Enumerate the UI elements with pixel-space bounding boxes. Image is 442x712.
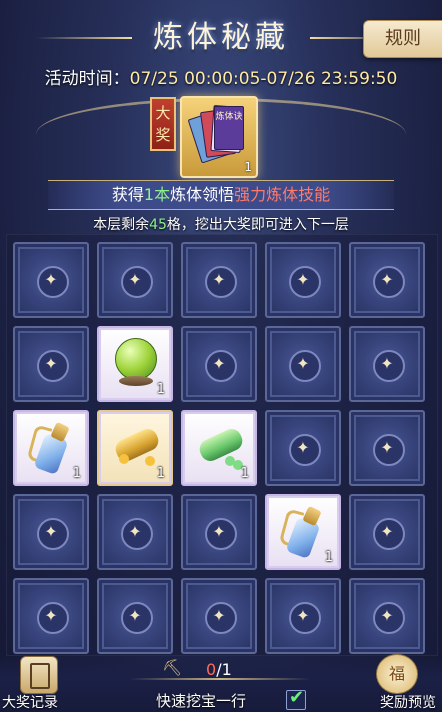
sparkle-icon: ✦ — [128, 522, 142, 541]
covered-tile[interactable]: ✦ — [265, 410, 341, 486]
sparkle-icon: ✦ — [380, 354, 394, 373]
covered-tile[interactable]: ✦ — [349, 578, 425, 654]
covered-tile[interactable]: ✦ — [349, 326, 425, 402]
revealed-tile-gold-log[interactable]: 1 — [97, 410, 173, 486]
progress-total: /1 — [216, 660, 232, 679]
event-time: 活动时间：07/25 00:00:05-07/26 23:59:50 — [0, 64, 442, 89]
rules-button[interactable]: 规则 — [363, 20, 442, 58]
layer-remaining: 45 — [149, 217, 167, 233]
sparkle-icon: ✦ — [212, 606, 226, 625]
grand-prize-tag: 大奖 — [150, 97, 176, 151]
sparkle-icon: ✦ — [380, 522, 394, 541]
vase-icon — [26, 421, 75, 476]
covered-tile[interactable]: ✦ — [97, 494, 173, 570]
sparkle-icon: ✦ — [296, 354, 310, 373]
layer-info-prefix: 本层剩余 — [93, 217, 150, 233]
revealed-tile-orb[interactable]: 1 — [97, 326, 173, 402]
item-count: 1 — [240, 466, 249, 481]
vase-icon — [278, 505, 327, 560]
shovel-icon: ⛏ — [162, 658, 183, 677]
sparkle-icon: ✦ — [380, 270, 394, 289]
sparkle-icon: ✦ — [128, 270, 142, 289]
covered-tile[interactable]: ✦ — [265, 326, 341, 402]
covered-tile[interactable]: ✦ — [265, 242, 341, 318]
skill-book-title: 炼体诀 — [214, 106, 244, 150]
green-orb-icon — [115, 338, 157, 380]
banner-prefix: 获得 — [111, 185, 144, 204]
sparkle-icon: ✦ — [380, 438, 394, 457]
sparkle-icon: ✦ — [380, 606, 394, 625]
golden-log-icon — [111, 425, 162, 466]
revealed-tile-green-log[interactable]: 1 — [181, 410, 257, 486]
progress-used: 0 — [206, 660, 217, 679]
banner-middle: 炼体领悟 — [170, 185, 235, 204]
covered-tile[interactable]: ✦ — [13, 242, 89, 318]
revealed-tile-flask[interactable]: 1 — [13, 410, 89, 486]
revealed-tile-flask[interactable]: 1 — [265, 494, 341, 570]
grand-prize-count: 1 — [244, 160, 252, 174]
covered-tile[interactable]: ✦ — [349, 410, 425, 486]
event-time-value: 07/25 00:00:05-07/26 23:59:50 — [129, 69, 398, 89]
quick-dig-checkbox[interactable]: ✔ — [286, 687, 306, 710]
dig-grid: ✦ ✦ ✦ ✦ ✦ ✦ 1 ✦ ✦ ✦ 1 1 1 ✦ ✦ ✦ ✦ ✦ 1 ✦ ✦ ✦ ✦ ✦ ✦ — [6, 234, 438, 656]
orb-stand-icon — [119, 376, 153, 386]
prize-record-label[interactable]: 大奖记录 — [2, 692, 58, 712]
covered-tile[interactable]: ✦ — [181, 326, 257, 402]
banner-highlight: 强力炼体技能 — [234, 185, 331, 204]
reward-preview-icon[interactable] — [376, 654, 418, 694]
sparkle-icon: ✦ — [44, 270, 58, 289]
banner-qty: 1本 — [143, 185, 171, 204]
sparkle-icon: ✦ — [296, 270, 310, 289]
jade-log-icon — [195, 425, 246, 470]
reward-banner: 获得1本炼体领悟强力炼体技能 — [48, 180, 394, 210]
sparkle-icon: ✦ — [296, 438, 310, 457]
layer-info-suffix: 格，挖出大奖即可进入下一层 — [166, 217, 349, 233]
sparkle-icon: ✦ — [44, 354, 58, 373]
sparkle-icon: ✦ — [296, 606, 310, 625]
covered-tile[interactable]: ✦ — [265, 578, 341, 654]
item-count: 1 — [156, 466, 165, 481]
dig-progress: 0/1 — [206, 660, 232, 679]
grand-prize-card[interactable]: 炼体诀 1 — [180, 96, 258, 178]
sparkle-icon: ✦ — [128, 606, 142, 625]
covered-tile[interactable]: ✦ — [97, 242, 173, 318]
sparkle-icon: ✦ — [212, 522, 226, 541]
covered-tile[interactable]: ✦ — [13, 494, 89, 570]
covered-tile[interactable]: ✦ — [97, 578, 173, 654]
covered-tile[interactable]: ✦ — [349, 494, 425, 570]
item-count: 1 — [156, 382, 165, 397]
reward-preview-label[interactable]: 奖励预览 — [380, 692, 436, 712]
prize-record-icon[interactable] — [20, 656, 58, 694]
event-time-label: 活动时间： — [44, 69, 130, 89]
covered-tile[interactable]: ✦ — [13, 578, 89, 654]
quick-dig-label[interactable]: 快速挖宝一行 — [156, 690, 246, 711]
checkmark-icon: ✔ — [289, 687, 305, 708]
covered-tile[interactable]: ✦ — [181, 242, 257, 318]
sparkle-icon: ✦ — [44, 606, 58, 625]
covered-tile[interactable]: ✦ — [181, 494, 257, 570]
layer-info: 本层剩余45格，挖出大奖即可进入下一层 — [0, 214, 442, 234]
covered-tile[interactable]: ✦ — [349, 242, 425, 318]
sparkle-icon: ✦ — [212, 270, 226, 289]
covered-tile[interactable]: ✦ — [181, 578, 257, 654]
sparkle-icon: ✦ — [212, 354, 226, 373]
item-count: 1 — [72, 466, 81, 481]
skill-book-icon: 炼体诀 — [187, 104, 244, 164]
item-count: 1 — [324, 550, 333, 565]
sparkle-icon: ✦ — [44, 522, 58, 541]
covered-tile[interactable]: ✦ — [13, 326, 89, 402]
